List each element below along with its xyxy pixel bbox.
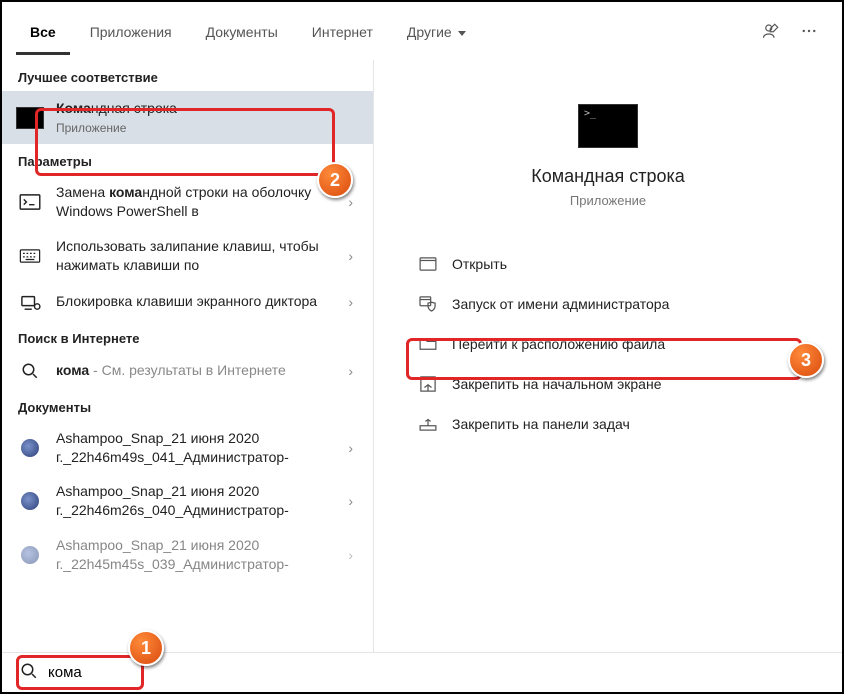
result-document[interactable]: Ashampoo_Snap_21 июня 2020 г._22h45m45s_…	[2, 528, 373, 582]
snap-icon	[21, 439, 39, 457]
action-run-as-admin[interactable]: Запуск от имени администратора	[410, 284, 806, 324]
folder-icon	[418, 334, 438, 354]
action-pin-taskbar[interactable]: Закрепить на панели задач	[410, 404, 806, 444]
section-web: Поиск в Интернете	[2, 321, 373, 352]
more-icon[interactable]	[790, 14, 828, 53]
section-settings: Параметры	[2, 144, 373, 175]
result-subtitle: Приложение	[56, 120, 359, 136]
result-document[interactable]: Ashampoo_Snap_21 июня 2020 г._22h46m26s_…	[2, 474, 373, 528]
section-documents: Документы	[2, 390, 373, 421]
admin-shield-icon	[418, 294, 438, 314]
open-icon	[418, 254, 438, 274]
action-pin-start[interactable]: Закрепить на начальном экране	[410, 364, 806, 404]
chevron-right-icon: ›	[348, 363, 359, 379]
pin-start-icon	[418, 374, 438, 394]
filter-tabs: Все Приложения Документы Интернет Другие	[2, 2, 842, 60]
action-open-location[interactable]: Перейти к расположению файла	[410, 324, 806, 364]
snap-icon	[21, 492, 39, 510]
preview-title: Командная строка	[531, 166, 685, 187]
chevron-right-icon: ›	[348, 547, 359, 563]
cmd-icon	[16, 107, 44, 129]
search-bar[interactable]	[2, 652, 842, 692]
tab-all[interactable]: Все	[16, 12, 70, 55]
snap-icon	[21, 546, 39, 564]
chevron-right-icon: ›	[348, 440, 359, 456]
keyboard-icon	[16, 245, 44, 267]
chevron-right-icon: ›	[348, 248, 359, 264]
tab-documents[interactable]: Документы	[192, 12, 292, 55]
pin-taskbar-icon	[418, 414, 438, 434]
chevron-right-icon: ›	[348, 194, 359, 210]
feedback-icon[interactable]	[752, 14, 790, 53]
results-panel: Лучшее соответствие Командная строка При…	[2, 60, 374, 652]
action-open[interactable]: Открыть	[410, 244, 806, 284]
narrator-icon	[16, 291, 44, 313]
preview-app-icon	[578, 104, 638, 148]
chevron-right-icon: ›	[348, 294, 359, 310]
tab-web[interactable]: Интернет	[298, 12, 387, 55]
result-document[interactable]: Ashampoo_Snap_21 июня 2020 г._22h46m49s_…	[2, 421, 373, 475]
preview-panel: Командная строка Приложение Открыть Запу…	[374, 60, 842, 652]
search-icon	[20, 662, 38, 683]
chevron-right-icon: ›	[348, 493, 359, 509]
section-best-match: Лучшее соответствие	[2, 60, 373, 91]
result-best-match[interactable]: Командная строка Приложение	[2, 91, 373, 144]
result-setting[interactable]: Блокировка клавиши экранного диктора ›	[2, 283, 373, 321]
result-setting[interactable]: Замена командной строки на оболочку Wind…	[2, 175, 373, 229]
tab-apps[interactable]: Приложения	[76, 12, 186, 55]
tab-more[interactable]: Другие	[393, 12, 480, 55]
result-web[interactable]: кома - См. результаты в Интернете ›	[2, 352, 373, 390]
search-input[interactable]	[48, 664, 824, 681]
result-setting[interactable]: Использовать залипание клавиш, чтобы наж…	[2, 229, 373, 283]
preview-subtitle: Приложение	[570, 193, 646, 208]
search-icon	[16, 360, 44, 382]
terminal-icon	[16, 191, 44, 213]
